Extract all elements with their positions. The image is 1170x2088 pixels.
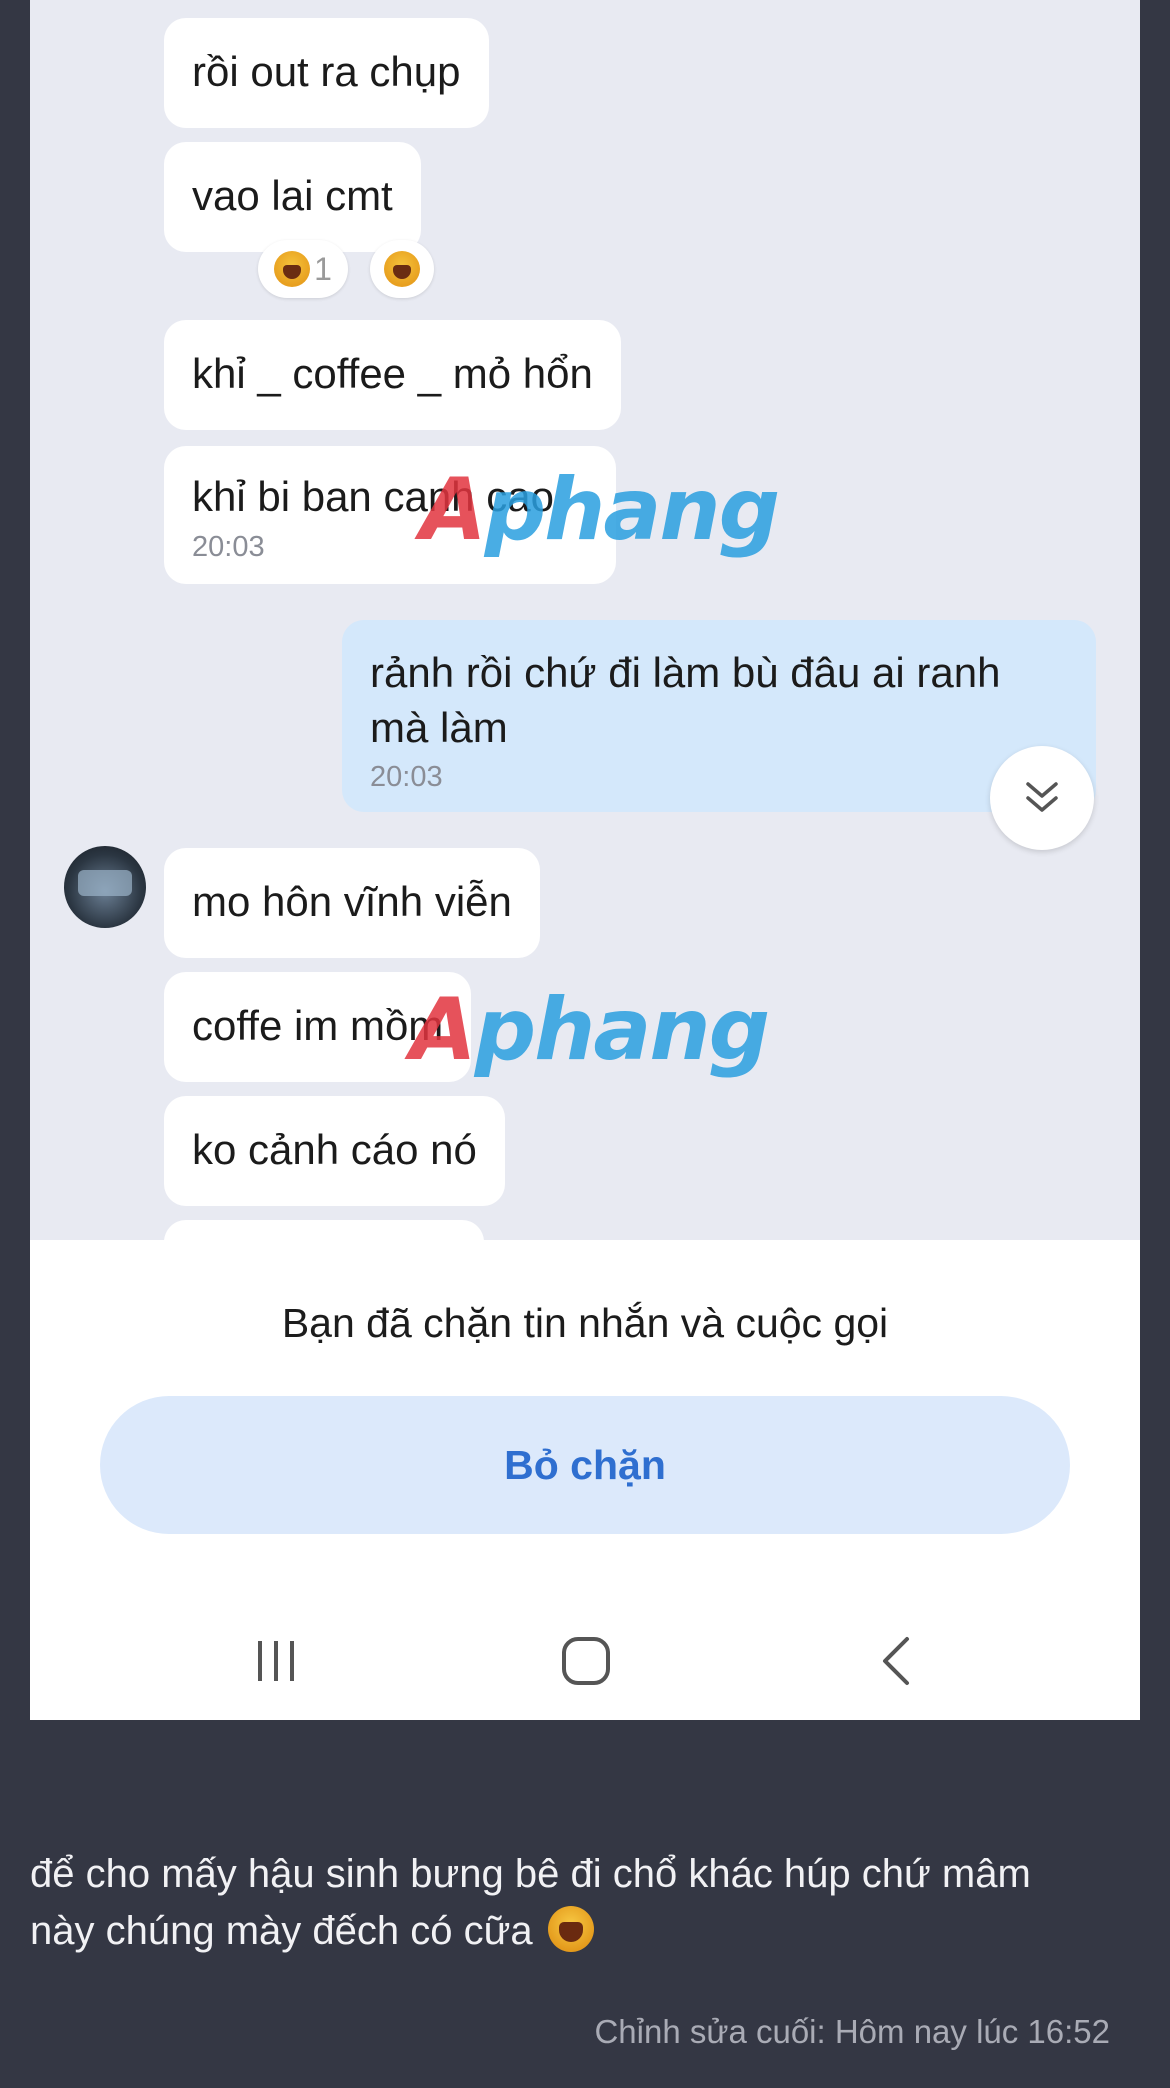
message-bubble[interactable]: ko cảnh cáo nó — [164, 1096, 505, 1206]
message-bubble[interactable]: khỉ _ coffee _ mỏ hổn — [164, 320, 621, 430]
watermark-logo: Aphang — [410, 980, 770, 1080]
post-body: để cho mấy hậu sinh bưng bê đi chổ khác … — [30, 1846, 1140, 1960]
message-text: khỉ _ coffee _ mỏ hổn — [192, 350, 593, 397]
system-nav-bar — [30, 1606, 1140, 1716]
post-line1: để cho mấy hậu sinh bưng bê đi chổ khác … — [30, 1852, 1031, 1896]
message-text: mo hôn vĩnh viễn — [192, 878, 512, 925]
unblock-button[interactable]: Bỏ chặn — [100, 1396, 1070, 1534]
avatar[interactable] — [64, 846, 146, 928]
my-message-bubble[interactable]: rảnh rồi chứ đi làm bù đâu ai ranh mà là… — [342, 620, 1096, 812]
chat-area: rồi out ra chụp vao lai cmt 1 khỉ _ coff… — [30, 0, 1140, 1240]
post-line2: này chúng mày đếch có cữa — [30, 1909, 533, 1953]
nav-home-button[interactable] — [546, 1626, 626, 1696]
watermark-logo: Aphang — [420, 460, 780, 560]
blocked-panel: Bạn đã chặn tin nhắn và cuộc gọi Bỏ chặn — [30, 1240, 1140, 1720]
recents-icon — [258, 1641, 294, 1681]
back-icon — [883, 1637, 909, 1685]
laughing-emoji-icon — [274, 251, 311, 287]
laughing-emoji-icon — [384, 251, 420, 287]
reaction-count: 1 — [314, 250, 332, 287]
post-line2-wrap: này chúng mày đếch có cữa — [30, 1903, 1140, 1960]
message-bubble[interactable]: vao lai cmt — [164, 142, 421, 252]
reaction-count-badge[interactable]: 1 — [258, 240, 348, 298]
laughing-emoji-icon — [547, 1906, 594, 1952]
blocked-notice: Bạn đã chặn tin nhắn và cuộc gọi — [281, 1300, 889, 1346]
message-bubble[interactable]: mo hôn vĩnh viễn — [164, 848, 540, 958]
add-reaction-button[interactable] — [370, 240, 434, 298]
message-bubble[interactable]: rồi out ra chụp — [164, 18, 489, 128]
home-icon — [562, 1637, 610, 1685]
message-bubble[interactable] — [164, 1220, 484, 1240]
last-edited-note: Chỉnh sửa cuối: Hôm nay lúc 16:52 — [594, 2013, 1110, 2050]
chat-screenshot: rồi out ra chụp vao lai cmt 1 khỉ _ coff… — [30, 0, 1140, 1720]
message-time: 20:03 — [370, 761, 443, 794]
message-text: vao lai cmt — [192, 172, 393, 219]
scroll-to-bottom-button[interactable] — [990, 746, 1094, 850]
nav-recents-button[interactable] — [236, 1626, 316, 1696]
message-text-line2: mà làm — [370, 703, 508, 751]
message-text: rồi out ra chụp — [192, 48, 461, 95]
double-chevron-down-icon — [1026, 782, 1058, 812]
message-text: coffe im mồm — [192, 1002, 444, 1049]
message-text: ko cảnh cáo nó — [192, 1126, 477, 1173]
message-text-line1: rảnh rồi chứ đi làm bù đâu ai ranh — [370, 649, 1001, 696]
nav-back-button[interactable] — [856, 1626, 936, 1696]
